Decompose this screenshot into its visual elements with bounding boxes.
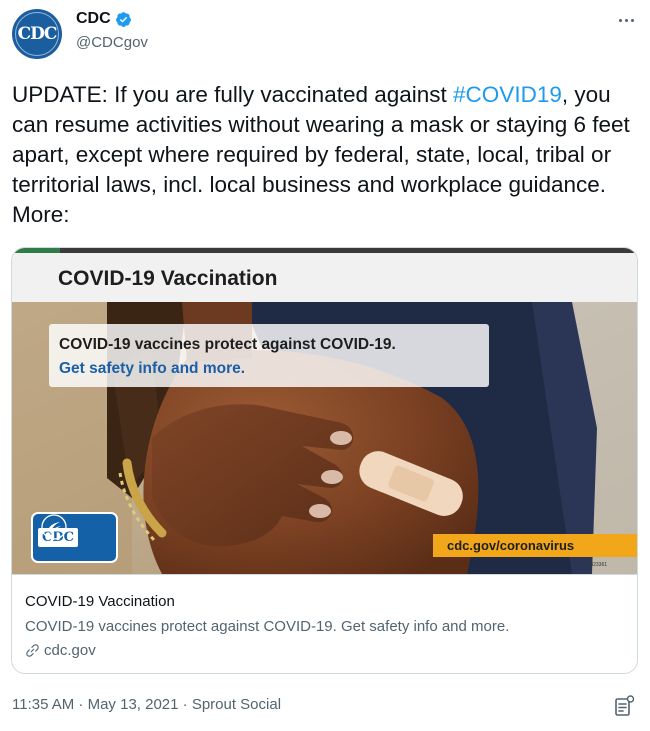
display-name[interactable]: CDC: [76, 10, 111, 28]
link-icon: [26, 644, 39, 657]
tweet-timestamp[interactable]: 11:35 AM · May 13, 2021 · Sprout Social: [12, 696, 281, 713]
card-domain: cdc.gov: [25, 642, 96, 659]
author-name-row: CDC: [76, 10, 132, 28]
tweet-text-start: UPDATE: If you are fully vaccinated agai…: [12, 82, 454, 107]
card-meta[interactable]: COVID-19 Vaccination COVID-19 vaccines p…: [12, 574, 637, 673]
hashtag-link[interactable]: #COVID19: [453, 82, 562, 107]
avatar[interactable]: CDC: [12, 9, 62, 59]
image-info-link-text: Get safety info and more.: [59, 360, 246, 377]
document-code: CS 323361: [582, 562, 608, 568]
image-title: COVID-19 Vaccination: [58, 267, 278, 290]
view-stats-icon[interactable]: [612, 694, 636, 718]
account-handle[interactable]: @CDCgov: [76, 34, 148, 51]
more-options-icon[interactable]: [614, 13, 638, 27]
url-banner: cdc.gov/coronavirus: [433, 534, 637, 557]
card-description: COVID-19 vaccines protect against COVID-…: [25, 618, 510, 635]
image-info-box: COVID-19 vaccines protect against COVID-…: [49, 324, 489, 387]
cdc-logo: CDC: [31, 512, 118, 563]
verified-badge-icon: [115, 11, 131, 27]
card-domain-text: cdc.gov: [44, 642, 96, 659]
link-card[interactable]: COVID-19 Vaccination COVID-19 vaccines p…: [11, 247, 638, 674]
image-info-text: COVID-19 vaccines protect against COVID-…: [59, 336, 396, 353]
hhs-eagle-icon: [41, 514, 67, 540]
card-title: COVID-19 Vaccination: [25, 593, 175, 610]
avatar-logo-text: CDC: [17, 24, 58, 44]
card-image[interactable]: COVID-19 Vaccination COVID-19 vaccines p…: [12, 248, 637, 574]
tweet-text: UPDATE: If you are fully vaccinated agai…: [12, 80, 640, 230]
